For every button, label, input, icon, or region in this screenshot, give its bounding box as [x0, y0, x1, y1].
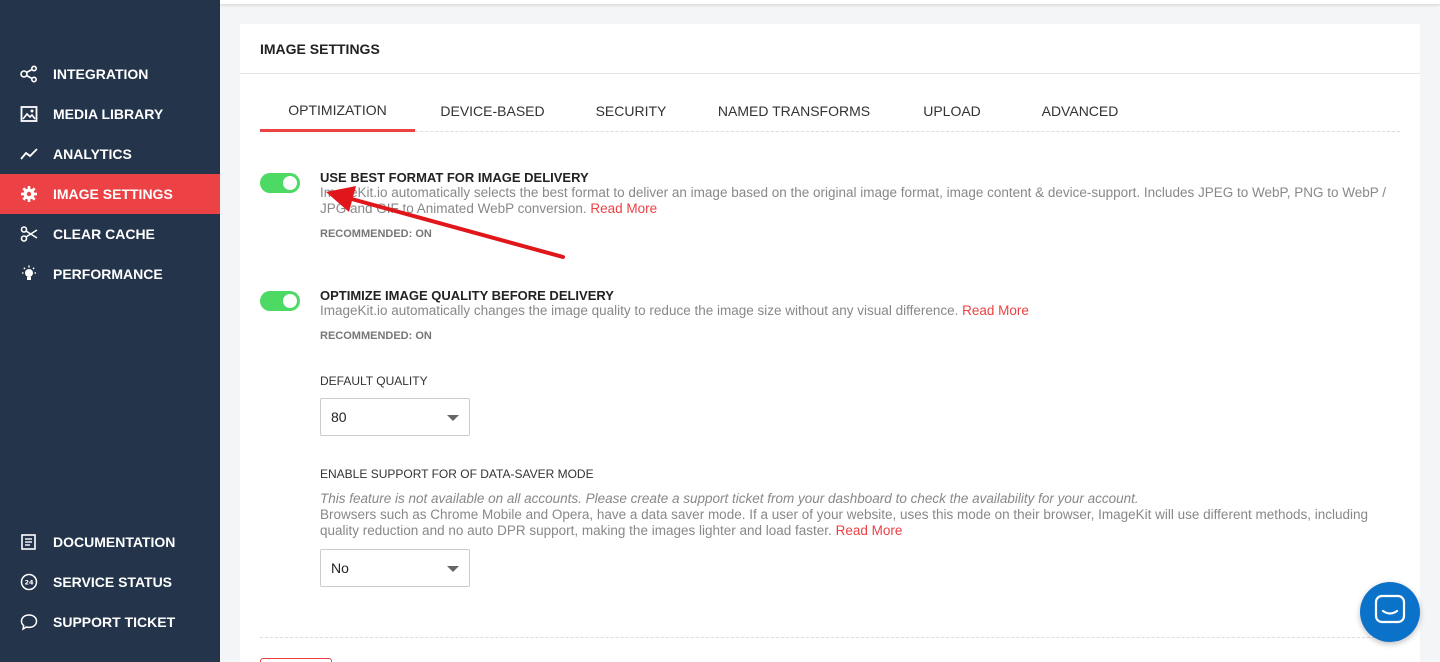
- optimize-quality-title: OPTIMIZE IMAGE QUALITY BEFORE DELIVERY: [320, 288, 614, 303]
- sidebar-item-label: SERVICE STATUS: [53, 574, 173, 590]
- sidebar-item-label: IMAGE SETTINGS: [53, 186, 173, 202]
- card-title: IMAGE SETTINGS: [240, 24, 1420, 74]
- tab-optimization[interactable]: OPTIMIZATION: [260, 90, 415, 132]
- data-saver-availability-note: This feature is not available on all acc…: [320, 491, 1139, 506]
- chat-launcher-button[interactable]: [1360, 582, 1420, 642]
- chart-line-icon: [20, 145, 38, 163]
- optimize-quality-recommended: RECOMMENDED: ON: [320, 330, 432, 342]
- save-button[interactable]: [260, 658, 332, 662]
- tab-device-based[interactable]: DEVICE-BASED: [430, 90, 555, 132]
- sidebar-item-integration[interactable]: INTEGRATION: [0, 54, 220, 94]
- chat-icon: [1374, 594, 1406, 631]
- sidebar-item-media-library[interactable]: MEDIA LIBRARY: [0, 94, 220, 134]
- sidebar-item-label: CLEAR CACHE: [53, 226, 155, 242]
- sidebar-item-clear-cache[interactable]: CLEAR CACHE: [0, 214, 220, 254]
- share-icon: [20, 65, 38, 83]
- sidebar: INTEGRATION MEDIA LIBRARY ANALYTICS IMAG…: [0, 0, 220, 662]
- sidebar-item-label: SUPPORT TICKET: [53, 614, 176, 630]
- data-saver-select[interactable]: No: [320, 549, 470, 587]
- optimize-quality-description: ImageKit.io automatically changes the im…: [320, 303, 1400, 319]
- optimize-quality-description-text: ImageKit.io automatically changes the im…: [320, 303, 959, 318]
- toggle-knob: [283, 294, 297, 308]
- lightbulb-icon: [20, 265, 38, 283]
- data-saver-description: Browsers such as Chrome Mobile and Opera…: [320, 507, 1405, 539]
- sidebar-item-performance[interactable]: PERFORMANCE: [0, 254, 220, 294]
- best-format-recommended: RECOMMENDED: ON: [320, 228, 432, 240]
- sidebar-item-service-status[interactable]: 24 SERVICE STATUS: [0, 562, 220, 602]
- data-saver-label: ENABLE SUPPORT FOR OF DATA-SAVER MODE: [320, 467, 594, 481]
- document-icon: [20, 533, 38, 551]
- clock-24-icon: 24: [20, 573, 38, 591]
- best-format-description: ImageKit.io automatically selects the be…: [320, 185, 1400, 217]
- svg-text:24: 24: [24, 579, 34, 587]
- top-bar: [220, 0, 1440, 4]
- data-saver-read-more-link[interactable]: Read More: [836, 523, 903, 538]
- sidebar-item-label: PERFORMANCE: [53, 266, 163, 282]
- optimize-quality-read-more-link[interactable]: Read More: [962, 303, 1029, 318]
- tab-named-transforms[interactable]: NAMED TRANSFORMS: [712, 90, 876, 132]
- tab-advanced[interactable]: ADVANCED: [1028, 90, 1132, 132]
- data-saver-value: No: [331, 560, 349, 576]
- best-format-read-more-link[interactable]: Read More: [590, 201, 657, 216]
- best-format-description-text: ImageKit.io automatically selects the be…: [320, 185, 1387, 216]
- gear-icon: [20, 185, 38, 203]
- tab-upload[interactable]: UPLOAD: [911, 90, 993, 132]
- sidebar-item-label: INTEGRATION: [53, 66, 149, 82]
- sidebar-item-support-ticket[interactable]: SUPPORT TICKET: [0, 602, 220, 642]
- chevron-down-icon: [447, 566, 459, 572]
- settings-tabs: OPTIMIZATION DEVICE-BASED SECURITY NAMED…: [260, 90, 1400, 132]
- sidebar-item-image-settings[interactable]: IMAGE SETTINGS: [0, 174, 220, 214]
- image-settings-card: IMAGE SETTINGS OPTIMIZATION DEVICE-BASED…: [240, 24, 1420, 662]
- sidebar-item-label: MEDIA LIBRARY: [53, 106, 164, 122]
- scissors-icon: [20, 225, 38, 243]
- image-icon: [20, 105, 38, 123]
- default-quality-value: 80: [331, 409, 347, 425]
- default-quality-select[interactable]: 80: [320, 398, 470, 436]
- chevron-down-icon: [447, 415, 459, 421]
- best-format-title: USE BEST FORMAT FOR IMAGE DELIVERY: [320, 170, 589, 185]
- sidebar-item-label: ANALYTICS: [53, 146, 132, 162]
- best-format-toggle[interactable]: [260, 173, 300, 193]
- chat-icon: [20, 613, 38, 631]
- sidebar-item-label: DOCUMENTATION: [53, 534, 176, 550]
- sidebar-item-documentation[interactable]: DOCUMENTATION: [0, 522, 220, 562]
- optimize-quality-toggle[interactable]: [260, 291, 300, 311]
- section-divider: [260, 637, 1400, 638]
- tab-security[interactable]: SECURITY: [585, 90, 677, 132]
- sidebar-item-analytics[interactable]: ANALYTICS: [0, 134, 220, 174]
- toggle-knob: [283, 176, 297, 190]
- default-quality-label: DEFAULT QUALITY: [320, 374, 428, 388]
